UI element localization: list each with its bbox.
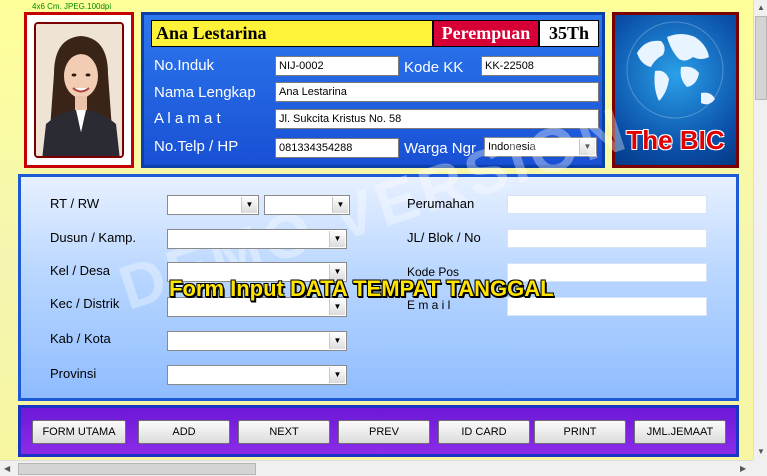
form-utama-button[interactable]: FORM UTAMA (32, 420, 126, 444)
chevron-down-icon[interactable]: ▼ (329, 367, 345, 383)
photo-frame (24, 12, 134, 168)
portrait-image (36, 24, 122, 156)
scrollbar-corner (753, 460, 767, 476)
vertical-scroll-thumb[interactable] (755, 16, 767, 100)
no-induk-label: No.Induk (154, 57, 215, 74)
jl-blok-label: JL/ Blok / No (407, 230, 481, 245)
kode-kk-label: Kode KK (404, 59, 464, 76)
alamat-label: A l a m a t (154, 110, 221, 127)
age-badge: 35Th (539, 20, 599, 47)
action-button-bar: FORM UTAMA ADD NEXT PREV ID CARD PRINT J… (18, 405, 739, 457)
rw-select[interactable]: ▼ (264, 195, 350, 215)
prev-button[interactable]: PREV (338, 420, 430, 444)
chevron-down-icon[interactable]: ▼ (332, 197, 348, 213)
next-button[interactable]: NEXT (238, 420, 330, 444)
kab-kota-label: Kab / Kota (50, 331, 111, 346)
chevron-down-icon[interactable]: ▼ (579, 139, 595, 155)
scroll-down-icon[interactable]: ▼ (757, 447, 765, 456)
chevron-down-icon[interactable]: ▼ (329, 231, 345, 247)
provinsi-select[interactable]: ▼ (167, 365, 347, 385)
address-form-panel: DEMO VERSION RT / RW ▼ ▼ Dusun / Kamp. ▼… (18, 94, 739, 401)
nama-lengkap-field[interactable]: Ana Lestarina (275, 82, 599, 102)
dusun-select[interactable]: ▼ (167, 229, 347, 249)
nama-lengkap-label: Nama Lengkap (154, 84, 256, 101)
warga-ngr-label: Warga Ngr (404, 140, 476, 157)
horizontal-scrollbar[interactable]: ◀ ▶ (0, 460, 753, 476)
member-header-panel: Ana Lestarina Perempuan 35Th No.Induk NI… (141, 12, 605, 168)
scroll-up-icon[interactable]: ▲ (757, 3, 765, 12)
chevron-down-icon[interactable]: ▼ (329, 333, 345, 349)
kab-kota-select[interactable]: ▼ (167, 331, 347, 351)
scroll-right-icon[interactable]: ▶ (740, 464, 746, 473)
warga-ngr-value: Indonesia (488, 141, 536, 153)
warga-ngr-select[interactable]: Indonesia ▼ (484, 137, 597, 157)
no-induk-field[interactable]: NIJ-0002 (275, 56, 399, 76)
vertical-scrollbar[interactable]: ▲ ▼ (753, 0, 767, 460)
globe-icon (626, 21, 724, 119)
horizontal-scroll-thumb[interactable] (18, 463, 256, 475)
logo-text: The BIC (626, 125, 725, 155)
dusun-label: Dusun / Kamp. (50, 230, 136, 245)
id-card-button[interactable]: ID CARD (438, 420, 530, 444)
add-button[interactable]: ADD (138, 420, 230, 444)
no-telp-field[interactable]: 081334354288 (275, 138, 399, 158)
logo-panel: The BIC (612, 12, 739, 168)
perumahan-label: Perumahan (407, 196, 475, 211)
member-name-display: Ana Lestarina (151, 20, 433, 47)
kec-distrik-label: Kec / Distrik (50, 296, 120, 311)
print-button[interactable]: PRINT (534, 420, 626, 444)
kode-kk-field[interactable]: KK-22508 (481, 56, 599, 76)
member-photo[interactable] (34, 22, 124, 158)
no-telp-label: No.Telp / HP (154, 138, 239, 155)
jml-jemaat-button[interactable]: JML.JEMAAT (634, 420, 726, 444)
provinsi-label: Provinsi (50, 366, 97, 381)
gender-badge: Perempuan (433, 20, 539, 47)
photo-size-caption: 4x6 Cm. JPEG.100dpi (32, 2, 112, 11)
perumahan-field[interactable] (507, 195, 707, 214)
form-overlay-title: Form Input DATA TEMPAT TANGGAL (169, 276, 554, 301)
rt-select[interactable]: ▼ (167, 195, 259, 215)
scroll-left-icon[interactable]: ◀ (4, 464, 10, 473)
jl-blok-field[interactable] (507, 229, 707, 248)
chevron-down-icon[interactable]: ▼ (241, 197, 257, 213)
kel-desa-label: Kel / Desa (50, 263, 110, 278)
alamat-field[interactable]: Jl. Sukcita Kristus No. 58 (275, 109, 599, 129)
rt-rw-label: RT / RW (50, 196, 100, 211)
